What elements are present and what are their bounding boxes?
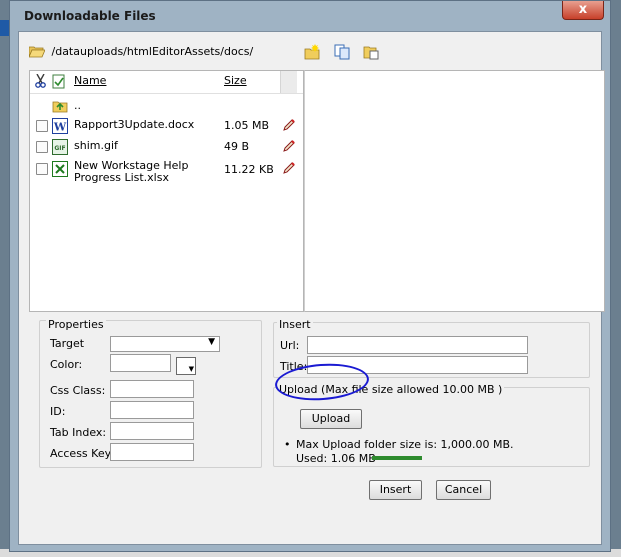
upload-info-bullet: •	[284, 438, 291, 451]
path-bar: /datauploads/htmlEditorAssets/docs/	[29, 44, 253, 62]
used-progress-bar	[372, 456, 422, 460]
id-label: ID:	[50, 405, 66, 418]
copy-icon[interactable]	[334, 44, 350, 60]
css-class-input[interactable]	[110, 380, 194, 398]
cancel-button[interactable]: Cancel	[436, 480, 491, 500]
file-name-link[interactable]: Rapport3Update.docx	[74, 119, 224, 131]
folder-up-icon	[52, 101, 68, 113]
url-label: Url:	[280, 339, 300, 352]
target-select[interactable]: ▼	[110, 336, 220, 352]
insert-legend: Insert	[277, 318, 313, 331]
file-checkbox[interactable]	[36, 141, 48, 153]
name-column-header[interactable]: Name	[74, 74, 106, 87]
max-folder-size-text: Max Upload folder size is: 1,000.00 MB.	[296, 438, 514, 451]
paste-icon[interactable]	[363, 44, 379, 60]
dialog-title: Downloadable Files	[24, 9, 156, 23]
file-row: New Workstage Help Progress List.xlsx 11…	[30, 157, 295, 185]
access-key-input[interactable]	[110, 443, 194, 461]
file-size: 1.05 MB	[224, 119, 270, 132]
css-class-label: Css Class:	[50, 384, 106, 397]
dropdown-arrow-icon: ▼	[208, 337, 215, 347]
color-picker-button[interactable]: ▼	[176, 357, 196, 375]
insert-button[interactable]: Insert	[369, 480, 422, 500]
file-size: 11.22 KB	[224, 163, 274, 176]
color-label: Color:	[50, 358, 83, 371]
upload-button[interactable]: Upload	[300, 409, 362, 429]
color-input[interactable]	[110, 354, 171, 372]
url-input[interactable]	[307, 336, 528, 354]
open-folder-icon	[29, 46, 45, 57]
parent-folder-link[interactable]: ..	[74, 100, 224, 112]
title-bar[interactable]: Downloadable Files x	[10, 1, 610, 31]
file-preview-pane	[304, 70, 605, 312]
pencil-icon[interactable]	[282, 161, 296, 175]
file-size: 49 B	[224, 140, 250, 153]
file-row: GIF shim.gif 49 B	[30, 137, 295, 157]
cut-icon[interactable]	[34, 74, 47, 88]
file-list: Name Size .. W Rapport3Update.docx 1.05 …	[29, 70, 304, 312]
used-size-text: Used: 1.06 MB	[296, 452, 376, 465]
tab-index-input[interactable]	[110, 422, 194, 440]
access-key-label: Access Key:	[50, 447, 115, 460]
file-row: W Rapport3Update.docx 1.05 MB	[30, 116, 295, 136]
file-toolbar	[304, 44, 389, 60]
svg-text:GIF: GIF	[54, 145, 65, 152]
tab-index-label: Tab Index:	[50, 426, 107, 439]
excel-file-icon	[52, 161, 68, 177]
svg-text:W: W	[53, 121, 67, 134]
dialog-content: /datauploads/htmlEditorAssets/docs/ Name…	[18, 31, 605, 545]
file-list-header: Name Size	[30, 71, 303, 94]
file-checkbox[interactable]	[36, 120, 48, 132]
file-checkbox[interactable]	[36, 163, 48, 175]
new-folder-icon[interactable]	[304, 44, 320, 60]
current-path: /datauploads/htmlEditorAssets/docs/	[51, 44, 254, 58]
word-file-icon: W	[52, 118, 68, 134]
close-button[interactable]: x	[562, 1, 604, 20]
select-all-icon[interactable]	[52, 74, 66, 89]
dropdown-arrow-icon: ▼	[188, 365, 194, 373]
id-input[interactable]	[110, 401, 194, 419]
pencil-icon[interactable]	[282, 118, 296, 132]
properties-legend: Properties	[46, 318, 106, 331]
gif-file-icon: GIF	[52, 139, 68, 155]
file-name-link[interactable]: shim.gif	[74, 140, 224, 152]
pencil-icon[interactable]	[282, 139, 296, 153]
dialog-window: Downloadable Files x /datauploads/htmlEd…	[9, 0, 611, 552]
file-name-link[interactable]: New Workstage Help Progress List.xlsx	[74, 160, 224, 184]
target-label: Target	[50, 337, 85, 350]
size-column-header[interactable]: Size	[224, 74, 247, 87]
header-edit-column	[280, 71, 297, 93]
properties-panel: Properties Target ▼ Color: ▼ Css Class: …	[39, 318, 262, 468]
parent-folder-row[interactable]: ..	[30, 95, 290, 115]
